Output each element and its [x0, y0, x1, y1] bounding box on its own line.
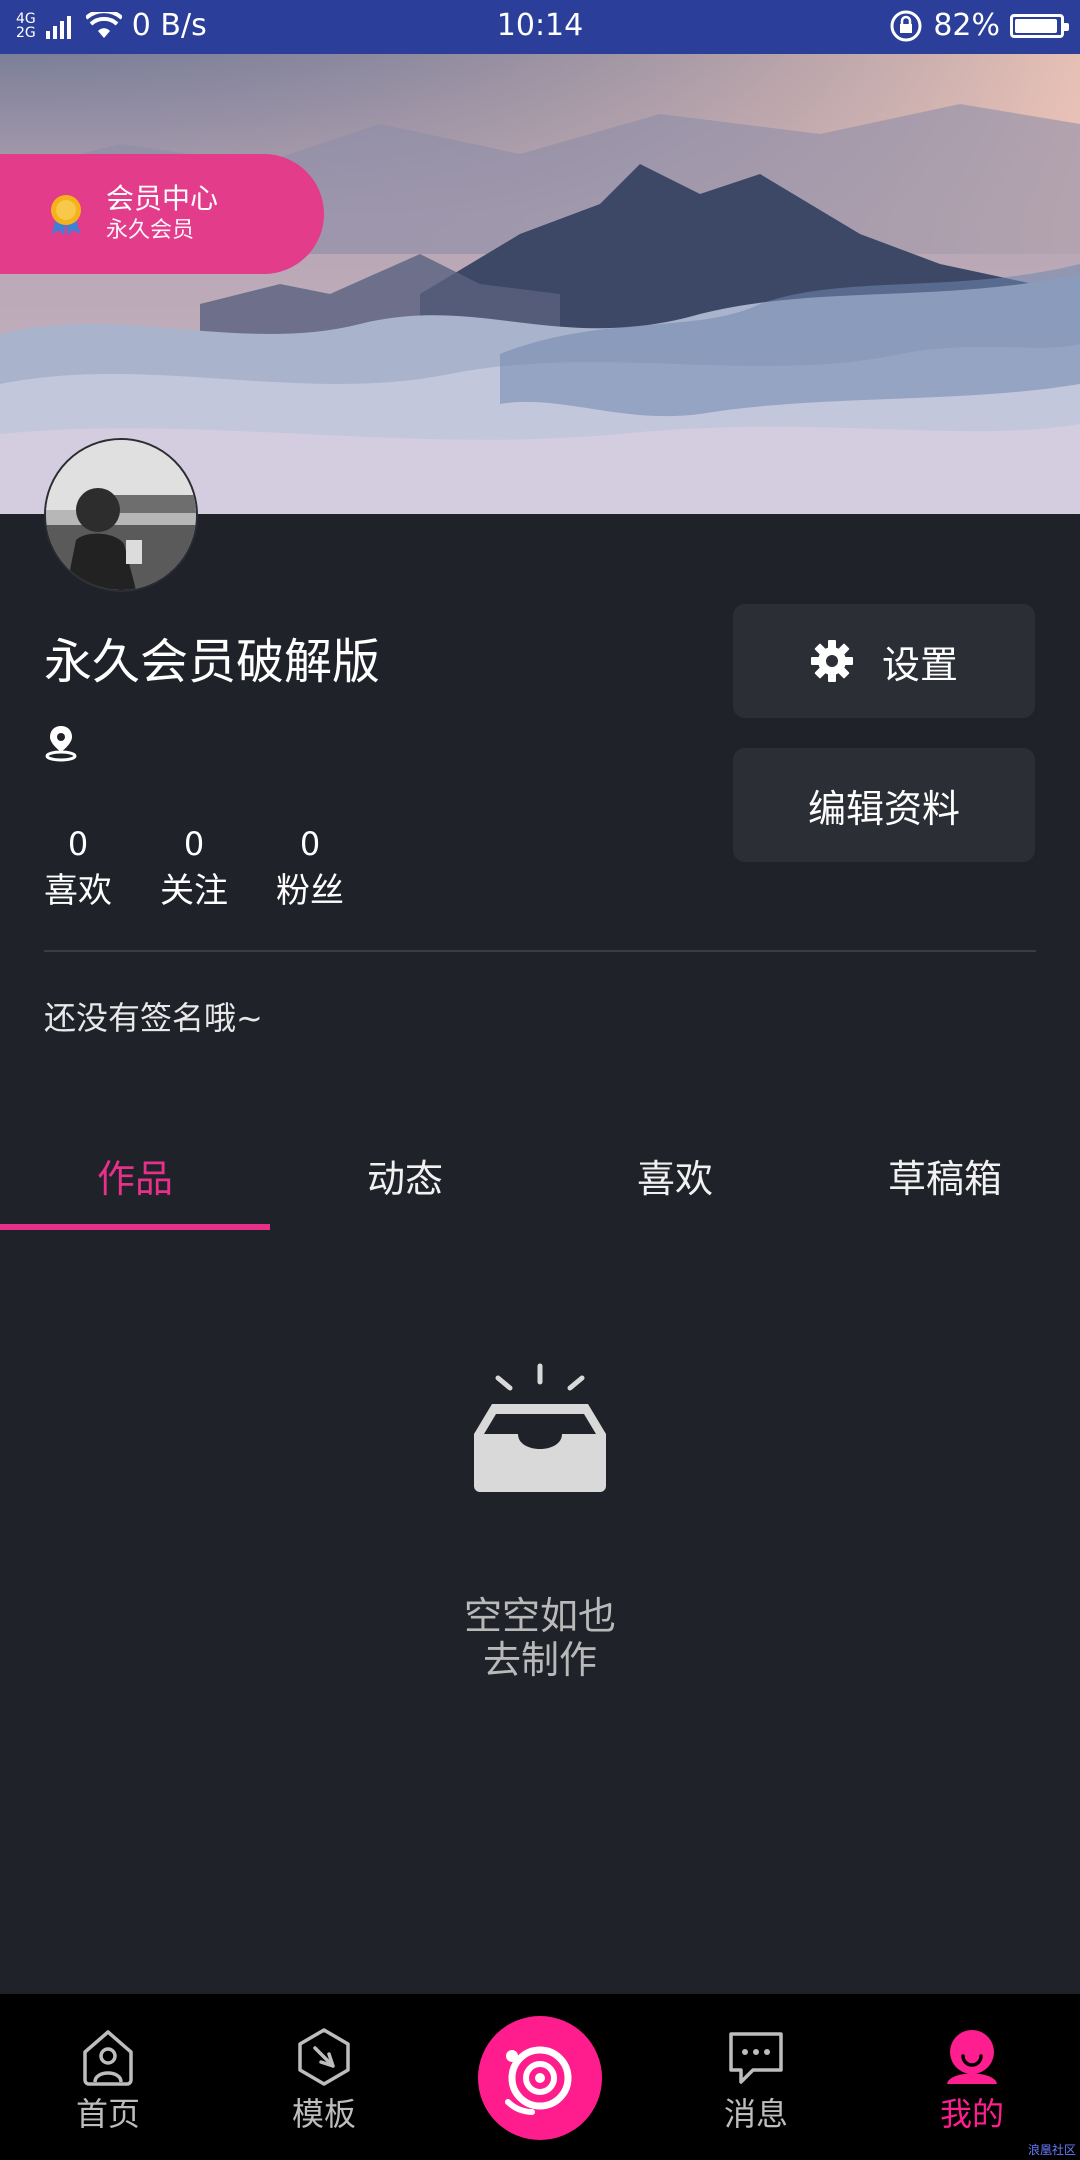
content-tabs: 作品 动态 喜欢 草稿箱: [0, 1120, 1080, 1230]
avatar[interactable]: [44, 438, 198, 592]
stat-following[interactable]: 0 关注: [160, 820, 228, 914]
stat-count: 0: [299, 825, 321, 863]
nav-messages-label: 消息: [723, 2095, 788, 2133]
stat-followers[interactable]: 0 粉丝: [276, 820, 344, 914]
camera-button[interactable]: [478, 2016, 602, 2140]
username: 永久会员破解版: [44, 634, 381, 690]
location-icon[interactable]: [44, 722, 78, 762]
tab-moments[interactable]: 动态: [270, 1120, 540, 1230]
profile-stats: 0 喜欢 0 关注 0 粉丝: [44, 820, 344, 914]
tab-works[interactable]: 作品: [0, 1120, 270, 1230]
stat-label: 喜欢: [44, 871, 112, 911]
mountain-landscape-image: [0, 54, 1080, 514]
settings-button[interactable]: 设置: [733, 604, 1035, 718]
battery-icon: [1010, 13, 1069, 38]
message-icon: [729, 2032, 783, 2084]
nav-home[interactable]: 首页: [0, 1994, 216, 2160]
camera-icon: [505, 2046, 572, 2115]
battery-percent: 82%: [933, 8, 1000, 43]
stat-likes[interactable]: 0 喜欢: [44, 820, 112, 914]
stat-label: 粉丝: [276, 871, 344, 911]
nav-home-label: 首页: [75, 2095, 140, 2133]
profile-cover-image[interactable]: 会员中心 永久会员: [0, 54, 1080, 514]
rotation-lock-icon: [890, 10, 922, 41]
member-center-subtitle: 永久会员: [106, 218, 195, 243]
stat-count: 0: [67, 825, 89, 863]
stat-count: 0: [183, 825, 205, 863]
divider: [44, 950, 1036, 952]
nav-me-label: 我的: [939, 2095, 1004, 2133]
edit-profile-button[interactable]: 编辑资料: [733, 748, 1035, 862]
bio-text[interactable]: 还没有签名哦~: [44, 996, 263, 1040]
bottom-nav: 首页 模板 消息 我的 浪凰社区: [0, 1994, 1080, 2160]
nav-me[interactable]: 我的: [864, 1994, 1080, 2160]
nav-messages[interactable]: 消息: [648, 1994, 864, 2160]
member-center-title: 会员中心: [106, 182, 219, 215]
gear-icon: [810, 640, 853, 682]
member-center-button[interactable]: 会员中心 永久会员: [0, 154, 324, 274]
empty-inbox-icon: [474, 1363, 606, 1492]
avatar-photo: [46, 440, 196, 590]
tab-likes[interactable]: 喜欢: [540, 1120, 810, 1230]
home-icon: [83, 2030, 133, 2086]
empty-state-title: 空空如也: [463, 1594, 616, 1638]
stat-label: 关注: [160, 871, 228, 911]
create-link[interactable]: 去制作: [0, 1638, 1080, 1682]
tab-drafts[interactable]: 草稿箱: [810, 1120, 1080, 1230]
nav-templates[interactable]: 模板: [216, 1994, 432, 2160]
compass-icon: [298, 2028, 350, 2086]
settings-label: 设置: [881, 642, 958, 687]
nav-templates-label: 模板: [291, 2095, 356, 2133]
medal-icon: [51, 195, 81, 236]
status-right: 82%: [889, 8, 1069, 43]
status-bar: 4G 2G 0 B/s 10:14 82%: [0, 0, 1080, 54]
edit-profile-label: 编辑资料: [807, 786, 960, 831]
profile-icon: [947, 2030, 997, 2084]
watermark: 浪凰社区: [1027, 2143, 1076, 2157]
